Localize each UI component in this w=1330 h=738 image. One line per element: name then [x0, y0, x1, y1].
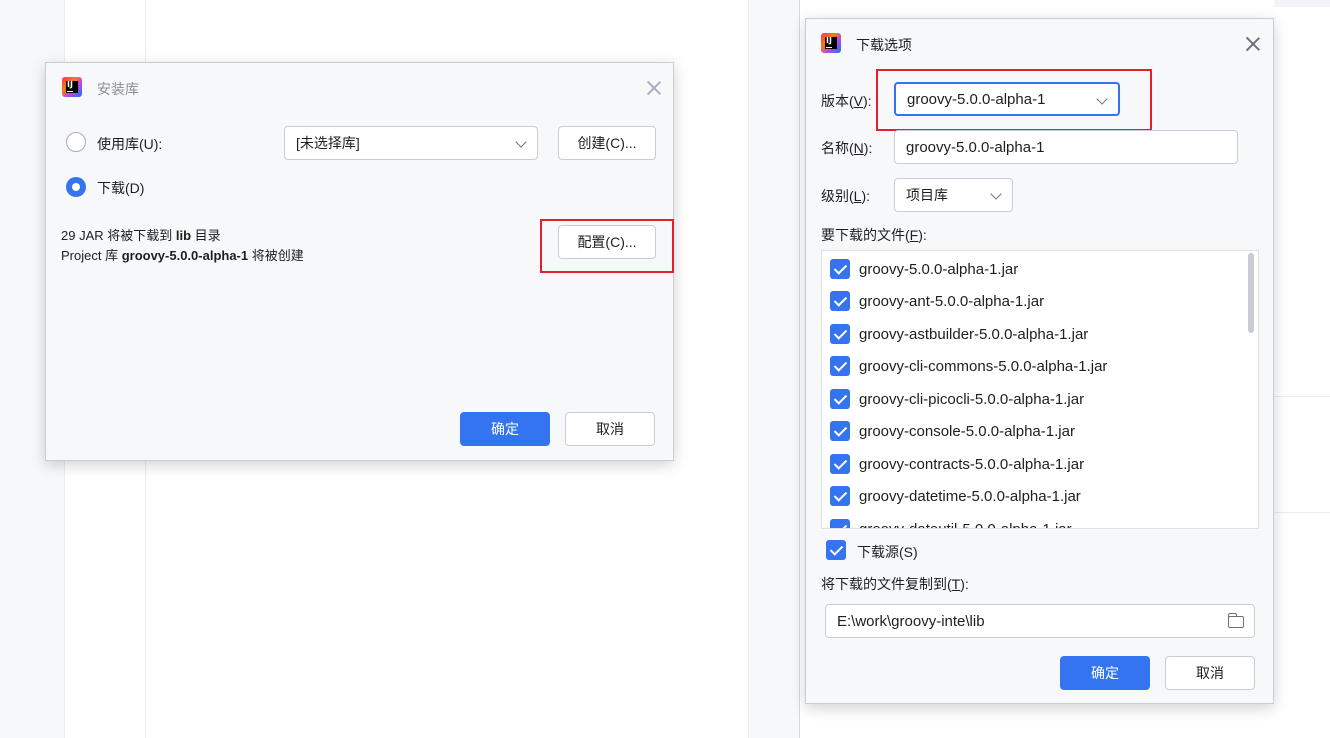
scrollbar-thumb[interactable] [1248, 253, 1254, 333]
close-icon[interactable] [1245, 36, 1261, 52]
checkbox[interactable] [830, 291, 850, 311]
list-item[interactable]: groovy-cli-picocli-5.0.0-alpha-1.jar [822, 383, 1242, 415]
use-library-label: 使用库(U): [97, 136, 163, 152]
checkbox[interactable] [830, 389, 850, 409]
checkbox[interactable] [830, 421, 850, 441]
highlight-box [540, 219, 674, 273]
name-label: 名称(N): [821, 140, 873, 156]
checkbox[interactable] [830, 454, 850, 474]
list-item[interactable]: groovy-datetime-5.0.0-alpha-1.jar [822, 480, 1242, 512]
checkbox[interactable] [830, 486, 850, 506]
files-list[interactable]: groovy-5.0.0-alpha-1.jar groovy-ant-5.0.… [821, 250, 1259, 529]
list-item[interactable]: groovy-cli-commons-5.0.0-alpha-1.jar [822, 350, 1242, 382]
intellij-logo-icon: IJ [62, 77, 82, 97]
chevron-down-icon [990, 188, 1002, 200]
checkbox[interactable] [830, 519, 850, 528]
install-library-dialog: IJ 安装库 使用库(U): [未选择库] 创建(C)... 下载(D) 29 … [45, 62, 674, 461]
list-item[interactable]: groovy-astbuilder-5.0.0-alpha-1.jar [822, 318, 1242, 350]
dialog-title: 下载选项 [856, 37, 912, 53]
ok-button[interactable]: 确定 [1060, 656, 1150, 690]
cancel-button[interactable]: 取消 [1165, 656, 1255, 690]
list-item[interactable]: groovy-dateutil-5.0.0-alpha-1.jar [822, 513, 1242, 528]
background-divider [1274, 512, 1330, 513]
list-item[interactable]: groovy-contracts-5.0.0-alpha-1.jar [822, 448, 1242, 480]
download-sources-label: 下载源(S) [857, 544, 918, 560]
background-divider [1274, 396, 1330, 397]
level-select-value: 项目库 [906, 187, 948, 203]
checkbox[interactable] [830, 324, 850, 344]
download-sources-checkbox[interactable] [826, 540, 846, 560]
download-label: 下载(D) [97, 180, 145, 196]
library-select[interactable]: [未选择库] [284, 126, 538, 160]
highlight-box [876, 69, 1152, 131]
ok-button[interactable]: 确定 [460, 412, 550, 446]
background-strip [1274, 0, 1330, 7]
files-label: 要下载的文件(F): [821, 227, 927, 243]
info-line-1: 29 JAR 将被下载到 lib 目录 [61, 228, 221, 243]
intellij-logo-icon: IJ [821, 33, 841, 53]
list-item[interactable]: groovy-5.0.0-alpha-1.jar [822, 253, 1242, 285]
level-label: 级别(L): [821, 188, 871, 204]
side-panel [748, 0, 800, 738]
chevron-down-icon [515, 136, 527, 148]
name-input[interactable]: groovy-5.0.0-alpha-1 [894, 130, 1238, 164]
copy-to-path-value: E:\work\groovy-inte\lib [837, 612, 985, 630]
close-icon[interactable] [646, 80, 662, 96]
list-item[interactable]: groovy-console-5.0.0-alpha-1.jar [822, 415, 1242, 447]
checkbox[interactable] [830, 356, 850, 376]
copy-to-path-input[interactable]: E:\work\groovy-inte\lib [825, 604, 1255, 638]
level-select[interactable]: 项目库 [894, 178, 1013, 212]
create-button[interactable]: 创建(C)... [558, 126, 656, 160]
checkbox[interactable] [830, 259, 850, 279]
copy-to-label: 将下载的文件复制到(T): [821, 576, 969, 592]
list-item[interactable]: groovy-ant-5.0.0-alpha-1.jar [822, 285, 1242, 317]
library-select-value: [未选择库] [296, 135, 360, 151]
cancel-button[interactable]: 取消 [565, 412, 655, 446]
folder-icon[interactable] [1228, 613, 1244, 628]
download-options-dialog: IJ 下载选项 版本(V): groovy-5.0.0-alpha-1 名称(N… [805, 18, 1274, 704]
dialog-title: 安装库 [97, 81, 139, 97]
info-line-2: Project 库 groovy-5.0.0-alpha-1 将被创建 [61, 248, 304, 263]
download-radio[interactable] [66, 177, 86, 197]
use-library-radio[interactable] [66, 132, 86, 152]
version-label: 版本(V): [821, 93, 872, 109]
